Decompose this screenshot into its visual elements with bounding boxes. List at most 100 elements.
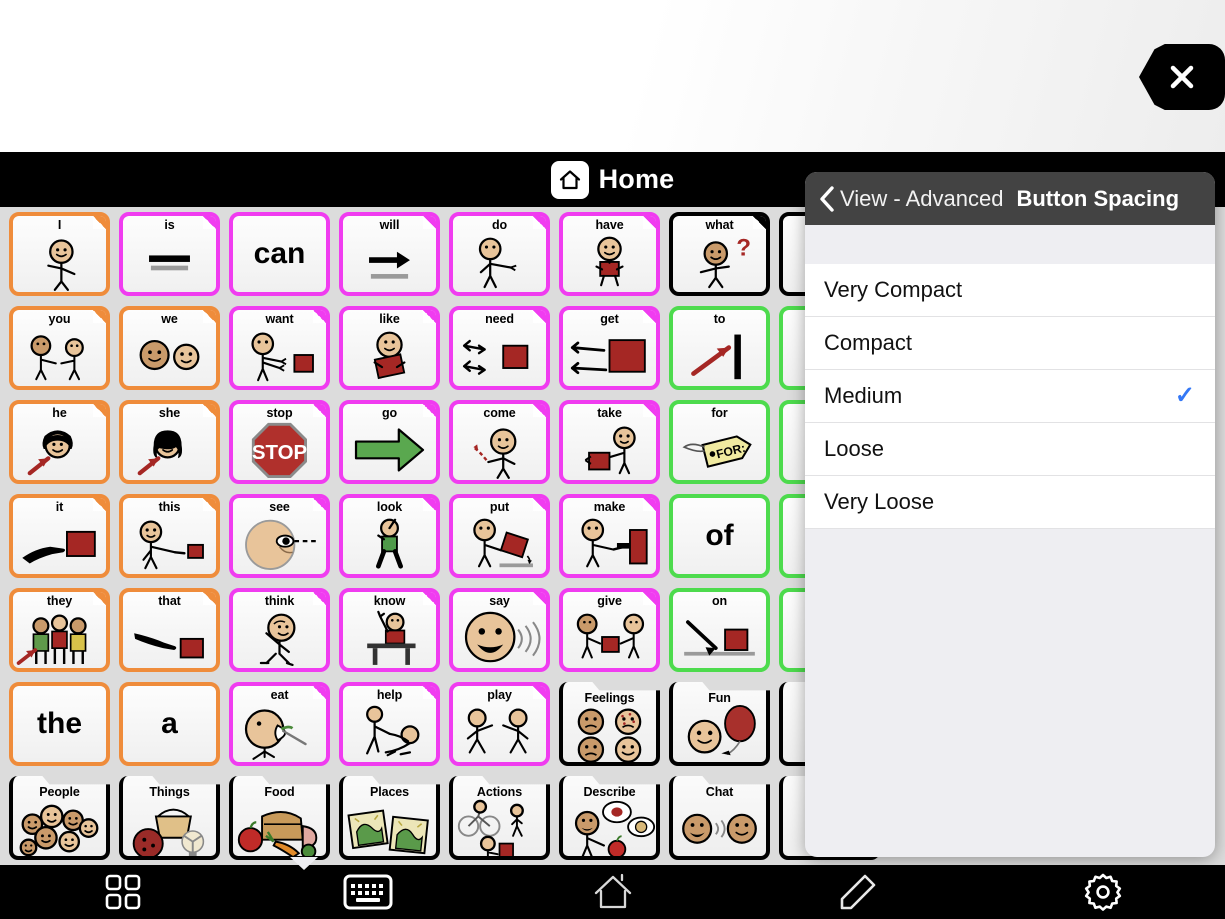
- grid-cell: go: [339, 400, 440, 484]
- board-button-label: come: [483, 406, 516, 420]
- board-button-you[interactable]: you: [9, 306, 110, 390]
- board-button-stop[interactable]: stop STOP: [229, 400, 330, 484]
- board-button-of[interactable]: ofof: [669, 494, 770, 578]
- board-button-this[interactable]: this: [119, 494, 220, 578]
- spacing-option-loose[interactable]: Loose: [805, 423, 1215, 476]
- board-button-the[interactable]: thethe: [9, 682, 110, 766]
- board-button-he[interactable]: he: [9, 400, 110, 484]
- spacing-option-very-compact[interactable]: Very Compact: [805, 264, 1215, 317]
- home-chip[interactable]: [550, 160, 589, 199]
- board-button-for[interactable]: for FOR:: [669, 400, 770, 484]
- board-button-do[interactable]: do: [449, 212, 550, 296]
- board-button-she[interactable]: she: [119, 400, 220, 484]
- board-button-see[interactable]: see: [229, 494, 330, 578]
- board-button-they[interactable]: they: [9, 588, 110, 672]
- checkmark-icon: ✓: [1174, 382, 1195, 409]
- grid-cell: it: [9, 494, 110, 578]
- board-button-like[interactable]: like: [339, 306, 440, 390]
- grid-cell: you: [9, 306, 110, 390]
- symbol-girl-face-arrow-icon: [123, 420, 216, 480]
- board-button-play[interactable]: play: [449, 682, 550, 766]
- grid-cell: cancan: [229, 212, 330, 296]
- grid-view-button[interactable]: [0, 871, 245, 913]
- board-button-label: is: [164, 218, 175, 232]
- board-button-label: make: [593, 500, 626, 514]
- keyboard-button[interactable]: [245, 873, 490, 911]
- board-button-chat[interactable]: Chat: [669, 776, 770, 860]
- board-button-can[interactable]: cancan: [229, 212, 330, 296]
- grid-cell: help: [339, 682, 440, 766]
- board-button-i[interactable]: I: [9, 212, 110, 296]
- grid-cell: Describe: [559, 776, 660, 860]
- board-button-on[interactable]: on: [669, 588, 770, 672]
- board-button-a[interactable]: aa: [119, 682, 220, 766]
- board-button-need[interactable]: need: [449, 306, 550, 390]
- board-button-make[interactable]: make: [559, 494, 660, 578]
- grid-cell: thethe: [9, 682, 110, 766]
- grid-cell: on: [669, 588, 770, 672]
- board-button-people[interactable]: People: [9, 776, 110, 860]
- symbol-person-hugging-box-icon: [343, 326, 436, 386]
- board-button-want[interactable]: want: [229, 306, 330, 390]
- message-bar[interactable]: [0, 0, 1225, 152]
- settings-button[interactable]: [980, 870, 1225, 914]
- board-button-come[interactable]: come: [449, 400, 550, 484]
- board-button-label: for: [711, 406, 728, 420]
- grid-cell: this: [119, 494, 220, 578]
- board-button-put[interactable]: put: [449, 494, 550, 578]
- spacing-option-compact[interactable]: Compact: [805, 317, 1215, 370]
- symbol-arrow-right-green-icon: [343, 420, 436, 480]
- board-button-that[interactable]: that: [119, 588, 220, 672]
- symbol-for-tag-icon: FOR:: [673, 420, 766, 480]
- spacing-option-medium[interactable]: Medium ✓: [805, 370, 1215, 423]
- bottom-toolbar: [0, 865, 1225, 919]
- board-button-food[interactable]: Food: [229, 776, 330, 860]
- symbol-arrow-to-bar-icon: [673, 326, 766, 386]
- board-button-take[interactable]: take: [559, 400, 660, 484]
- board-button-know[interactable]: know: [339, 588, 440, 672]
- board-button-think[interactable]: think: [229, 588, 330, 672]
- board-button-places[interactable]: Places: [339, 776, 440, 860]
- board-button-to[interactable]: to: [669, 306, 770, 390]
- board-button-describe[interactable]: Describe: [559, 776, 660, 860]
- symbol-food-group-icon: [233, 799, 326, 856]
- board-button-fun[interactable]: Fun: [669, 682, 770, 766]
- board-button-what[interactable]: what?: [669, 212, 770, 296]
- board-button-text: of: [705, 519, 734, 552]
- board-button-give[interactable]: give: [559, 588, 660, 672]
- board-button-will[interactable]: will: [339, 212, 440, 296]
- board-button-say[interactable]: say: [449, 588, 550, 672]
- board-button-is[interactable]: is: [119, 212, 220, 296]
- grid-cell: want: [229, 306, 330, 390]
- grid-cell: aa: [119, 682, 220, 766]
- board-button-get[interactable]: get: [559, 306, 660, 390]
- edit-button[interactable]: [735, 871, 980, 913]
- board-button-label: they: [46, 594, 73, 608]
- close-button[interactable]: [1139, 44, 1225, 110]
- board-button-label: that: [158, 594, 181, 608]
- spacing-option-very-loose[interactable]: Very Loose: [805, 476, 1215, 529]
- board-button-text: can: [253, 237, 306, 270]
- grid-cell: she: [119, 400, 220, 484]
- board-button-eat[interactable]: eat: [229, 682, 330, 766]
- symbol-person-walking-look-icon: [343, 514, 436, 574]
- svg-text:STOP: STOP: [252, 441, 307, 464]
- board-button-label: Chat: [705, 785, 734, 799]
- board-button-things[interactable]: Things: [119, 776, 220, 860]
- board-button-have[interactable]: have: [559, 212, 660, 296]
- board-button-we[interactable]: we: [119, 306, 220, 390]
- home-button[interactable]: [490, 872, 735, 912]
- board-button-feelings[interactable]: Feelings: [559, 682, 660, 766]
- pencil-icon: [840, 874, 875, 910]
- popover-back-button[interactable]: View - Advanced: [817, 185, 1003, 213]
- board-button-help[interactable]: help: [339, 682, 440, 766]
- board-button-go[interactable]: go: [339, 400, 440, 484]
- board-button-label: like: [379, 312, 400, 326]
- symbol-hands-big-box-icon: [563, 326, 656, 386]
- symbol-person-helping-icon: [343, 702, 436, 762]
- board-button-actions[interactable]: Actions: [449, 776, 550, 860]
- board-button-it[interactable]: it: [9, 494, 110, 578]
- symbol-person-point-box-icon: [123, 514, 216, 574]
- board-button-look[interactable]: look: [339, 494, 440, 578]
- keyboard-icon: [343, 874, 392, 910]
